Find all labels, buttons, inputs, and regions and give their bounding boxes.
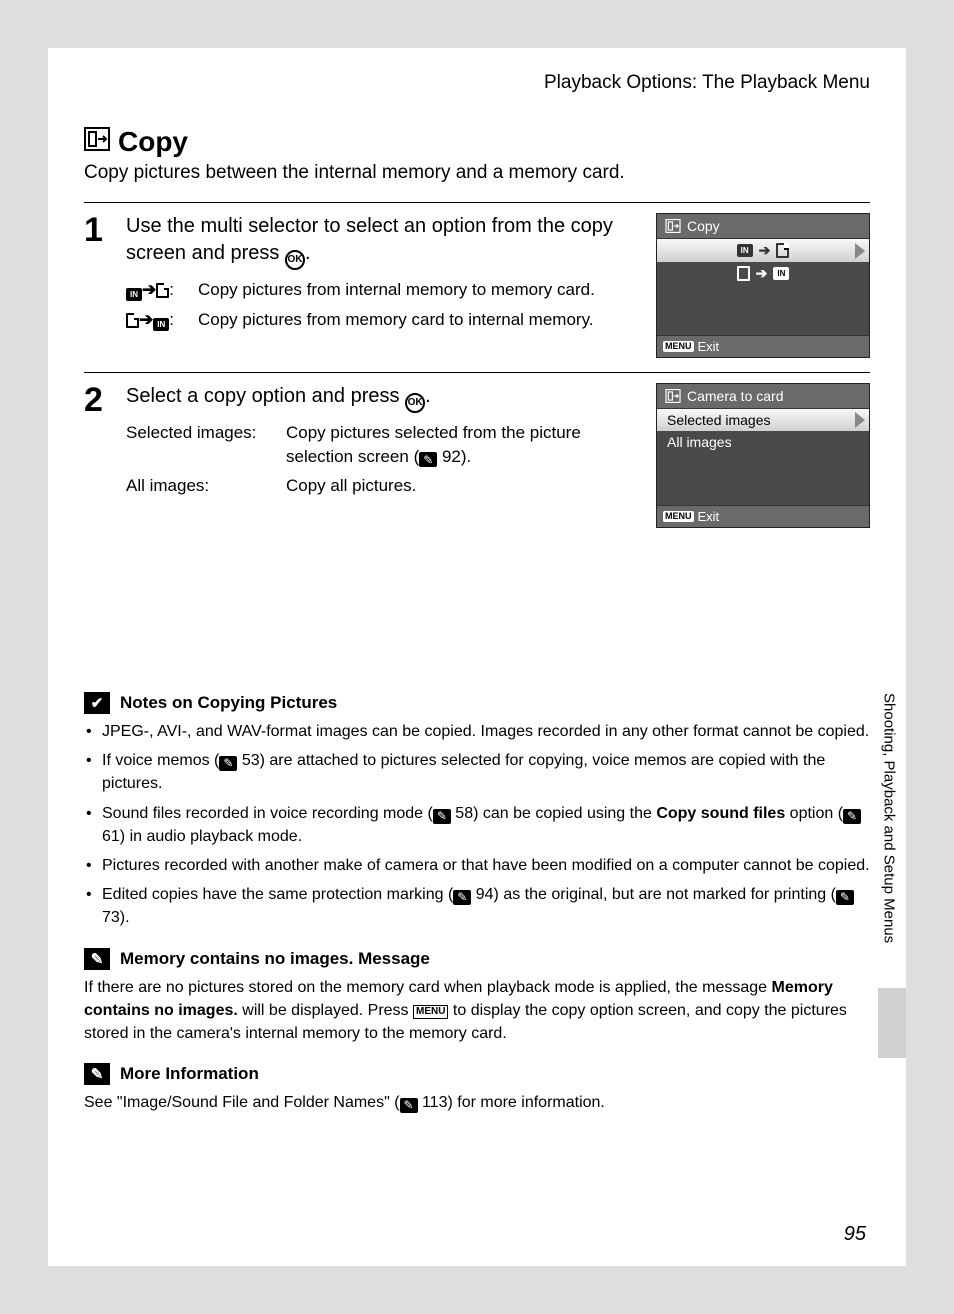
- option-internal-to-card: IN➔: Copy pictures from internal memory …: [126, 278, 638, 302]
- manual-page: Playback Options: The Playback Menu Copy…: [48, 48, 906, 1266]
- card-icon: [776, 243, 789, 258]
- page-ref-icon: ✎: [843, 809, 861, 824]
- arrow-right-icon: ➔: [759, 242, 771, 259]
- step-instruction: Use the multi selector to select an opti…: [126, 213, 638, 270]
- more-info-heading: ✎ More Information: [84, 1063, 870, 1085]
- ok-button-icon: OK: [405, 393, 425, 413]
- lcd-option-in-to-card: IN ➔: [657, 239, 869, 262]
- notes-section: ✔ Notes on Copying Pictures JPEG-, AVI-,…: [84, 692, 870, 1114]
- note-item: Pictures recorded with another make of c…: [84, 854, 870, 877]
- page-number: 95: [844, 1223, 866, 1246]
- section-header: Playback Options: The Playback Menu: [84, 72, 870, 94]
- page-title-text: Copy: [118, 126, 188, 158]
- lcd-screen-camera-to-card: Camera to card Selected images All image…: [656, 383, 870, 528]
- option-selected-images: Selected images: Copy pictures selected …: [126, 421, 638, 469]
- lcd-footer: MENU Exit: [657, 505, 869, 527]
- note-item: Sound files recorded in voice recording …: [84, 802, 870, 848]
- step-2: 2 Select a copy option and press OK. Sel…: [84, 373, 870, 542]
- caution-icon: ✔: [84, 692, 110, 714]
- page-title: Copy: [84, 126, 870, 158]
- option-card-to-internal: ➔IN: Copy pictures from memory card to i…: [126, 308, 638, 332]
- card-icon: [126, 313, 139, 328]
- page-ref-icon: ✎: [836, 890, 854, 905]
- copy-icon: [665, 389, 681, 403]
- option-desc: Copy all pictures.: [286, 474, 638, 498]
- step-instruction: Select a copy option and press OK.: [126, 383, 638, 413]
- option-all-images: All images: Copy all pictures.: [126, 474, 638, 498]
- lcd-option-all: All images: [657, 431, 869, 453]
- internal-memory-icon: IN: [737, 244, 753, 257]
- option-label: Selected images:: [126, 421, 276, 469]
- menu-button-icon: MENU: [413, 1005, 448, 1019]
- option-label: All images:: [126, 474, 276, 498]
- lcd-option-card-to-in: ➔ IN: [657, 262, 869, 285]
- arrow-right-icon: ➔: [756, 265, 768, 282]
- page-ref-icon: ✎: [400, 1098, 418, 1113]
- arrow-right-icon: ➔: [139, 310, 153, 329]
- message-heading: ✎ Memory contains no images. Message: [84, 948, 870, 970]
- internal-memory-icon: IN: [153, 318, 169, 331]
- option-desc: Copy pictures selected from the picture …: [286, 421, 638, 469]
- copy-icon: [665, 219, 681, 233]
- lcd-screen-copy: Copy IN ➔ ➔ IN: [656, 213, 870, 358]
- direction-icon: IN➔:: [126, 278, 188, 302]
- internal-memory-icon: IN: [773, 267, 789, 280]
- option-desc: Copy pictures from internal memory to me…: [198, 278, 638, 302]
- lcd-option-selected: Selected images: [657, 409, 869, 431]
- more-info-paragraph: See "Image/Sound File and Folder Names" …: [84, 1091, 870, 1114]
- lcd-title: Camera to card: [657, 384, 869, 409]
- page-ref-icon: ✎: [453, 890, 471, 905]
- copy-icon: [84, 126, 110, 158]
- note-item: Edited copies have the same protection m…: [84, 883, 870, 929]
- menu-button-icon: MENU: [663, 341, 694, 352]
- note-item: JPEG-, AVI-, and WAV-format images can b…: [84, 720, 870, 743]
- step-number: 1: [84, 213, 112, 358]
- direction-icon: ➔IN:: [126, 308, 188, 332]
- info-icon: ✎: [84, 1063, 110, 1085]
- card-icon: [156, 283, 169, 298]
- ok-button-icon: OK: [285, 250, 305, 270]
- page-ref-icon: ✎: [419, 452, 437, 467]
- card-icon: [737, 266, 750, 281]
- step-number: 2: [84, 383, 112, 528]
- note-item: If voice memos (✎ 53) are attached to pi…: [84, 749, 870, 795]
- step-1: 1 Use the multi selector to select an op…: [84, 203, 870, 372]
- thumb-tab: [878, 988, 906, 1058]
- menu-button-icon: MENU: [663, 511, 694, 522]
- side-tab-label: Shooting, Playback and Setup Menus: [872, 648, 906, 988]
- page-ref-icon: ✎: [433, 809, 451, 824]
- notes-heading: ✔ Notes on Copying Pictures: [84, 692, 870, 714]
- message-paragraph: If there are no pictures stored on the m…: [84, 976, 870, 1046]
- page-ref-icon: ✎: [219, 756, 237, 771]
- lcd-title: Copy: [657, 214, 869, 239]
- arrow-right-icon: ➔: [142, 280, 156, 299]
- lcd-footer: MENU Exit: [657, 335, 869, 357]
- internal-memory-icon: IN: [126, 288, 142, 301]
- option-desc: Copy pictures from memory card to intern…: [198, 308, 638, 332]
- pencil-icon: ✎: [84, 948, 110, 970]
- notes-list: JPEG-, AVI-, and WAV-format images can b…: [84, 720, 870, 930]
- intro-text: Copy pictures between the internal memor…: [84, 162, 870, 184]
